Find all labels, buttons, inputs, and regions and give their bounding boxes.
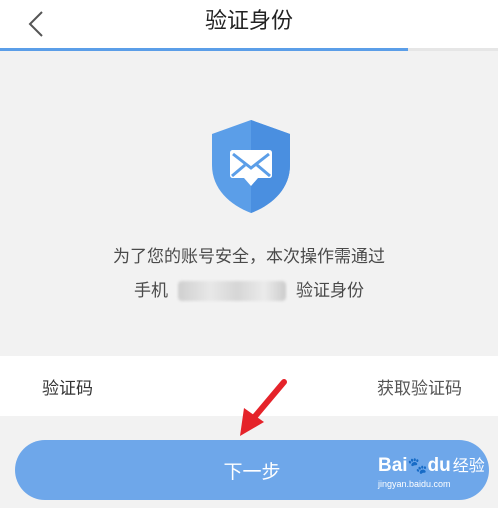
watermark-logo-text: Bai <box>378 455 408 476</box>
security-notice: 为了您的账号安全，本次操作需通过 手机 验证身份 <box>0 240 498 308</box>
notice-line-1: 为了您的账号安全，本次操作需通过 <box>113 247 385 267</box>
shield-envelope-icon <box>212 120 290 213</box>
verification-code-label: 验证码 <box>42 379 93 399</box>
watermark-cn-text: 经验 <box>452 456 485 475</box>
paw-icon: 🐾 <box>407 456 428 475</box>
notice-suffix: 验证身份 <box>296 281 364 301</box>
watermark-logo-text-2: du <box>427 455 451 476</box>
get-code-button[interactable]: 获取验证码 <box>377 374 462 399</box>
progress-bar <box>0 48 409 51</box>
notice-line-2: 手机 验证身份 <box>0 274 498 308</box>
notice-prefix: 手机 <box>134 281 168 301</box>
page-title: 验证身份 <box>204 9 293 34</box>
verification-code-input[interactable] <box>130 370 334 404</box>
red-arrow-icon <box>240 379 287 436</box>
masked-phone-number <box>178 281 286 301</box>
watermark-url: jingyan.baidu.com <box>378 479 451 489</box>
header-bar: 验证身份 <box>0 0 498 50</box>
baidu-jingyan-watermark: Bai🐾du 经验 jingyan.baidu.com <box>378 452 494 504</box>
